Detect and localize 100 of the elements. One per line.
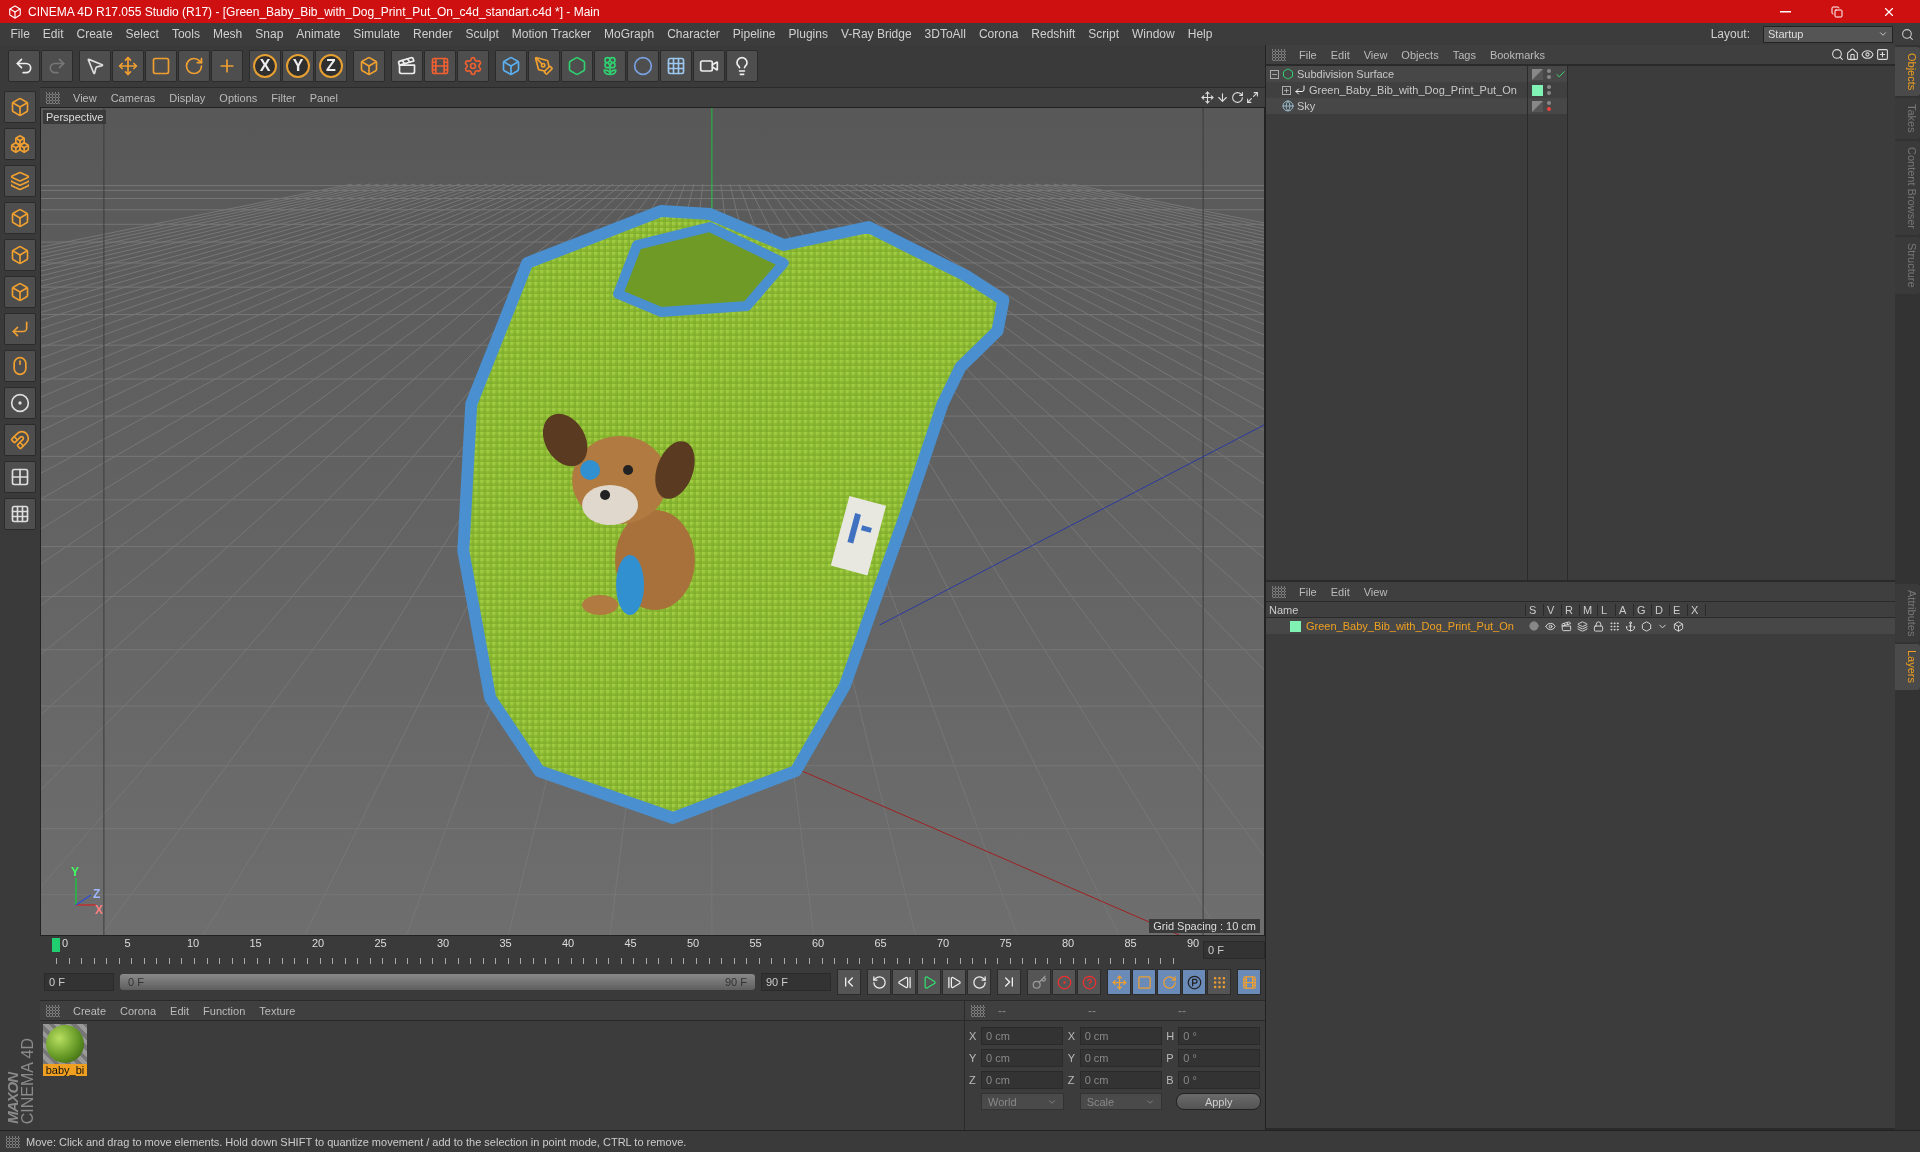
menu-item[interactable]: Corona <box>972 27 1025 41</box>
menu-item[interactable]: Sculpt <box>458 27 506 41</box>
point-level-button[interactable] <box>1207 969 1231 995</box>
grid-button[interactable] <box>4 498 36 530</box>
object-menu-item[interactable]: Edit <box>1323 48 1357 61</box>
autokey-button[interactable] <box>1052 969 1076 995</box>
visibility-dots-icon[interactable] <box>1547 101 1551 111</box>
menu-item[interactable]: File <box>4 27 37 41</box>
material-menu-item[interactable]: Create <box>66 1004 114 1017</box>
menu-item[interactable]: Help <box>1181 27 1219 41</box>
coordinate-field[interactable]: 0 ° <box>1178 1027 1261 1045</box>
undo-button[interactable] <box>8 50 40 82</box>
material-menu-item[interactable]: Function <box>196 1004 253 1017</box>
search-icon[interactable] <box>1901 27 1914 41</box>
object-menu-item[interactable]: Bookmarks <box>1482 48 1552 61</box>
coordinate-field[interactable]: 0 ° <box>1178 1071 1261 1089</box>
menu-item[interactable]: Snap <box>248 27 290 41</box>
collapse-icon[interactable] <box>1270 69 1279 79</box>
menu-item[interactable]: Motion Tracker <box>505 27 598 41</box>
viewport-menu-item[interactable]: Panel <box>302 91 345 104</box>
workplane-mode-button[interactable] <box>4 165 36 197</box>
deformer-button[interactable] <box>627 50 659 82</box>
model-mode-button[interactable] <box>4 91 36 123</box>
select-tool-button[interactable] <box>79 50 111 82</box>
next-key-button[interactable] <box>967 969 991 995</box>
menu-item[interactable]: Create <box>70 27 120 41</box>
camera-button[interactable] <box>693 50 725 82</box>
parameter-key-button[interactable] <box>1182 969 1206 995</box>
axis-lock-button[interactable]: Y <box>282 50 314 82</box>
menu-item[interactable]: Pipeline <box>726 27 783 41</box>
material-thumbnail[interactable] <box>43 1024 87 1064</box>
object-menu-item[interactable]: Tags <box>1445 48 1483 61</box>
end-frame-field[interactable]: 90 F <box>761 973 831 991</box>
side-tab[interactable]: Layers <box>1895 644 1920 690</box>
enabled-check-icon[interactable] <box>1555 68 1566 80</box>
render-settings-button[interactable] <box>457 50 489 82</box>
viewport-menu-item[interactable]: Cameras <box>103 91 163 104</box>
layer-menu-item[interactable]: File <box>1292 585 1324 598</box>
rotate-tool-button[interactable] <box>178 50 210 82</box>
axis-lock-button[interactable]: X <box>249 50 281 82</box>
go-to-end-button[interactable] <box>997 969 1021 995</box>
object-menu-item[interactable]: Objects <box>1394 48 1446 61</box>
menu-item[interactable]: Mesh <box>206 27 249 41</box>
material-menu-item[interactable]: Corona <box>113 1004 164 1017</box>
viewport-menu-item[interactable]: Display <box>162 91 213 104</box>
layer-color-swatch[interactable] <box>1290 620 1301 632</box>
rotation-key-button[interactable] <box>1157 969 1181 995</box>
render-view-button[interactable] <box>391 50 423 82</box>
axis-mode-button[interactable] <box>4 313 36 345</box>
coordinate-field[interactable]: 0 cm <box>1079 1049 1162 1067</box>
menu-item[interactable]: Tools <box>165 27 207 41</box>
menu-item[interactable]: Edit <box>36 27 71 41</box>
visibility-dots-icon[interactable] <box>1547 85 1551 95</box>
solo-icon[interactable] <box>1529 621 1539 631</box>
current-frame-field[interactable]: 0 F <box>1203 941 1265 959</box>
scale-tool-button[interactable] <box>145 50 177 82</box>
material-menu-item[interactable]: Texture <box>252 1004 303 1017</box>
go-to-start-button[interactable] <box>837 969 861 995</box>
light-button[interactable] <box>726 50 758 82</box>
coordinate-field[interactable]: 0 ° <box>1178 1049 1261 1067</box>
object-menu-item[interactable]: View <box>1356 48 1395 61</box>
timeline-button[interactable] <box>1237 969 1261 995</box>
render-picture-viewer-button[interactable] <box>424 50 456 82</box>
layer-color-swatch[interactable] <box>1532 84 1543 96</box>
edges-mode-button[interactable] <box>4 239 36 271</box>
menu-item[interactable]: Script <box>1081 27 1126 41</box>
play-button[interactable] <box>917 969 941 995</box>
object-name[interactable]: Sky <box>1297 100 1316 112</box>
position-key-button[interactable] <box>1107 969 1131 995</box>
pen-button[interactable] <box>528 50 560 82</box>
menu-item[interactable]: Window <box>1125 27 1182 41</box>
start-frame-field[interactable]: 0 F <box>44 973 114 991</box>
menu-item[interactable]: Character <box>660 27 727 41</box>
menu-item[interactable]: V-Ray Bridge <box>834 27 919 41</box>
keyframe-selection-button[interactable] <box>1077 969 1101 995</box>
expand-icon[interactable] <box>1282 85 1291 95</box>
coordinate-system-button[interactable] <box>353 50 385 82</box>
snap-button[interactable] <box>4 387 36 419</box>
side-tab[interactable]: Objects <box>1895 47 1920 97</box>
cube-button[interactable] <box>495 50 527 82</box>
subdivision-button[interactable] <box>561 50 593 82</box>
menu-item[interactable]: Plugins <box>782 27 835 41</box>
layer-menu-item[interactable]: Edit <box>1323 585 1357 598</box>
menu-item[interactable]: Animate <box>289 27 347 41</box>
menu-item[interactable]: Render <box>406 27 459 41</box>
apply-button[interactable]: Apply <box>1176 1093 1261 1110</box>
layer-none-icon[interactable] <box>1532 100 1543 112</box>
previous-frame-button[interactable] <box>892 969 916 995</box>
viewport-menu-item[interactable]: View <box>66 91 104 104</box>
tweak-mode-button[interactable] <box>4 350 36 382</box>
previous-key-button[interactable] <box>867 969 891 995</box>
menu-item[interactable]: MoGraph <box>597 27 661 41</box>
menu-item[interactable]: Simulate <box>346 27 407 41</box>
material-menu-item[interactable]: Edit <box>163 1004 197 1017</box>
record-keys-button[interactable] <box>1027 969 1051 995</box>
move-tool-button[interactable] <box>112 50 144 82</box>
workplane-lock-button[interactable] <box>4 461 36 493</box>
viewport-menu-item[interactable]: Options <box>212 91 265 104</box>
texture-mode-button[interactable] <box>4 128 36 160</box>
axis-lock-button[interactable]: Z <box>315 50 347 82</box>
